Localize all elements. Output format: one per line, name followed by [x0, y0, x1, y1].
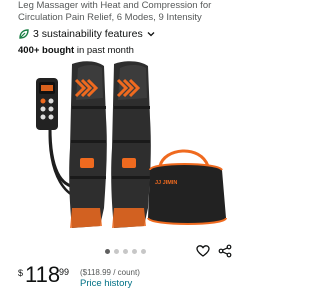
price-fraction: 99	[59, 267, 70, 277]
leaf-icon	[19, 29, 29, 39]
heart-icon[interactable]	[196, 244, 210, 258]
carry-bag: JJ JIMIN	[147, 149, 227, 225]
price-per-unit: ($118.99 / count)	[80, 268, 140, 277]
sustainability-features-link[interactable]: 3 sustainability features	[18, 28, 155, 40]
bought-count-strong: 400+ bought	[18, 45, 75, 56]
bag-brand-label: JJ JIMIN	[155, 180, 177, 186]
price-currency: $	[18, 268, 24, 278]
pagination-dot-active[interactable]	[104, 249, 110, 254]
pagination-dot[interactable]	[113, 249, 119, 254]
bought-suffix: in past month	[74, 45, 134, 56]
price-whole: 118	[25, 262, 61, 287]
chevron-down-icon	[147, 32, 155, 37]
pagination-dot[interactable]	[122, 249, 128, 254]
right-leg-massager	[111, 61, 151, 228]
left-leg-massager	[69, 61, 107, 228]
pagination-dot[interactable]	[131, 249, 137, 254]
share-icon[interactable]	[218, 244, 232, 258]
sustainability-label: 3 sustainability features	[33, 28, 143, 40]
remote-controller	[36, 78, 58, 130]
product-title: Leg Massager with Heat and Compression f…	[18, 0, 212, 23]
bought-count: 400+ bought in past month	[18, 45, 134, 56]
image-pagination-dots	[0, 249, 250, 257]
product-image[interactable]: JJ JIMIN	[0, 58, 250, 238]
pagination-dot[interactable]	[140, 249, 146, 254]
price-history-link[interactable]: Price history	[80, 278, 132, 289]
